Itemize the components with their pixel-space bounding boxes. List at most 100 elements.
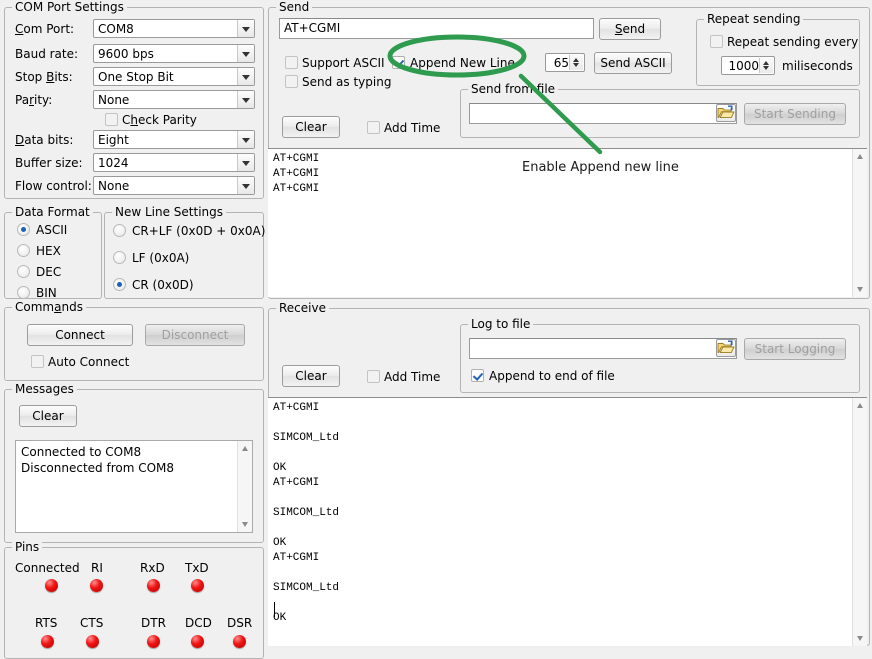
pin-label-ri: RI	[91, 561, 103, 575]
com-port-select[interactable]: COM8	[93, 19, 255, 38]
log-to-file-group: Log to file Start Logging Append to end …	[460, 324, 860, 393]
flow-control-select[interactable]: None	[93, 176, 255, 195]
data-format-label-ascii: ASCII	[36, 223, 67, 237]
new-line-radio-cr[interactable]	[113, 278, 126, 291]
repeat-interval-unit: miliseconds	[782, 59, 853, 73]
chevron-down-icon[interactable]	[237, 154, 254, 171]
connect-button[interactable]: Connect	[27, 324, 133, 346]
receive-group: Receive Clear Add Time Log to file Start…	[268, 308, 870, 646]
serial-terminal-window: COM Port Settings Com Port: COM8 Baud ra…	[0, 0, 872, 646]
pins-group: Pins Connected RI RxD TxD RTS CTS DTR DC…	[4, 547, 264, 659]
folder-open-icon[interactable]	[716, 104, 736, 122]
log-to-file-title: Log to file	[468, 317, 533, 331]
spinner-arrows-icon[interactable]	[759, 58, 773, 73]
buffer-size-select[interactable]: 1024	[93, 153, 255, 172]
disconnect-button[interactable]: Disconnect	[145, 324, 245, 346]
baud-rate-value: 9600 bps	[98, 47, 154, 62]
receive-add-time-checkbox[interactable]	[367, 370, 380, 383]
spinner-arrows-icon[interactable]	[569, 55, 583, 70]
start-sending-button[interactable]: Start Sending	[744, 103, 846, 125]
messages-group: Messages Clear Connected to COM8 Disconn…	[4, 389, 264, 543]
repeat-sending-label: Repeat sending every	[727, 35, 858, 49]
scroll-up-icon[interactable]	[238, 441, 252, 456]
send-add-time-checkbox[interactable]	[367, 121, 380, 134]
messages-log-text: Connected to COM8 Disconnected from COM8	[21, 444, 174, 476]
stop-bits-select[interactable]: One Stop Bit	[93, 67, 255, 86]
check-parity-checkbox[interactable]	[105, 113, 118, 126]
append-to-end-label: Append to end of file	[489, 369, 615, 383]
new-line-label-cr: CR (0x0D)	[132, 278, 194, 292]
chevron-down-icon[interactable]	[237, 177, 254, 194]
repeat-sending-checkbox[interactable]	[710, 35, 723, 48]
support-ascii-checkbox[interactable]	[285, 56, 298, 69]
auto-connect-checkbox[interactable]	[31, 355, 44, 368]
messages-log[interactable]: Connected to COM8 Disconnected from COM8	[15, 440, 253, 533]
chevron-down-icon[interactable]	[237, 45, 254, 62]
repeat-interval-value: 1000	[728, 59, 759, 74]
chevron-down-icon[interactable]	[237, 20, 254, 37]
send-log[interactable]: AT+CGMI AT+CGMI AT+CGMI	[268, 148, 867, 297]
com-port-settings-title: COM Port Settings	[12, 0, 127, 14]
send-group: Send AT+CGMI Send Support ASCII Append N…	[268, 7, 870, 299]
parity-label: Parity:	[15, 93, 52, 107]
send-ascii-button[interactable]: Send ASCII	[594, 52, 672, 74]
pin-led-rxd	[147, 579, 160, 592]
receive-add-time-label: Add Time	[384, 370, 440, 384]
send-as-typing-checkbox[interactable]	[285, 75, 298, 88]
messages-scrollbar[interactable]	[237, 441, 252, 532]
log-file-path-input[interactable]	[469, 338, 737, 359]
scroll-down-icon[interactable]	[853, 631, 867, 646]
send-file-path-input[interactable]	[469, 103, 737, 124]
pin-label-cts: CTS	[80, 616, 103, 630]
send-log-scrollbar[interactable]	[852, 149, 867, 297]
data-format-radio-hex[interactable]	[17, 244, 30, 257]
append-new-line-checkbox[interactable]	[392, 56, 405, 69]
repeat-sending-group: Repeat sending Repeat sending every 1000…	[696, 19, 860, 86]
ascii-code-value: 65	[554, 56, 569, 71]
new-line-radio-crlf[interactable]	[113, 224, 126, 237]
scroll-up-icon[interactable]	[853, 398, 867, 413]
chevron-down-icon[interactable]	[237, 91, 254, 108]
new-line-label-lf: LF (0x0A)	[132, 251, 189, 265]
data-format-label-bin: BIN	[36, 286, 57, 300]
pins-title: Pins	[12, 540, 42, 554]
data-bits-select[interactable]: Eight	[93, 130, 255, 149]
pin-label-dtr: DTR	[141, 616, 166, 630]
data-format-radio-ascii[interactable]	[17, 223, 30, 236]
chevron-down-icon[interactable]	[237, 131, 254, 148]
folder-open-icon[interactable]	[716, 339, 736, 357]
receive-log-scrollbar[interactable]	[852, 398, 867, 646]
scroll-down-icon[interactable]	[238, 517, 252, 532]
receive-log[interactable]: AT+CGMI SIMCOM_Ltd OK AT+CGMI SIMCOM_Ltd…	[268, 397, 867, 646]
baud-rate-label: Baud rate:	[15, 47, 78, 61]
data-format-label-hex: HEX	[36, 244, 61, 258]
stop-bits-label: Stop Bits:	[15, 70, 73, 84]
data-format-radio-dec[interactable]	[17, 265, 30, 278]
commands-group: Commands Connect Disconnect Auto Connect	[4, 307, 264, 381]
receive-clear-button[interactable]: Clear	[282, 365, 340, 387]
append-to-end-checkbox[interactable]	[471, 369, 484, 382]
pin-led-txd	[191, 579, 204, 592]
send-command-input[interactable]: AT+CGMI	[279, 18, 594, 39]
start-logging-button[interactable]: Start Logging	[744, 338, 846, 360]
send-clear-button[interactable]: Clear	[282, 116, 340, 138]
repeat-interval-spinner[interactable]: 1000	[721, 56, 775, 75]
pin-label-rxd: RxD	[140, 561, 165, 575]
new-line-radio-lf[interactable]	[113, 251, 126, 264]
ascii-code-spinner[interactable]: 65	[545, 53, 585, 72]
auto-connect-label: Auto Connect	[48, 355, 129, 369]
send-button[interactable]: Send	[599, 18, 661, 40]
messages-clear-button[interactable]: Clear	[19, 405, 77, 427]
repeat-sending-title: Repeat sending	[704, 12, 803, 26]
scroll-down-icon[interactable]	[853, 282, 867, 297]
parity-value: None	[98, 93, 129, 108]
com-port-settings-group: COM Port Settings Com Port: COM8 Baud ra…	[4, 7, 264, 199]
baud-rate-select[interactable]: 9600 bps	[93, 44, 255, 63]
chevron-down-icon[interactable]	[237, 68, 254, 85]
data-format-radio-bin[interactable]	[17, 286, 30, 299]
support-ascii-label: Support ASCII	[302, 56, 385, 70]
scroll-up-icon[interactable]	[853, 149, 867, 164]
pin-label-dsr: DSR	[227, 616, 252, 630]
messages-title: Messages	[12, 382, 77, 396]
parity-select[interactable]: None	[93, 90, 255, 109]
